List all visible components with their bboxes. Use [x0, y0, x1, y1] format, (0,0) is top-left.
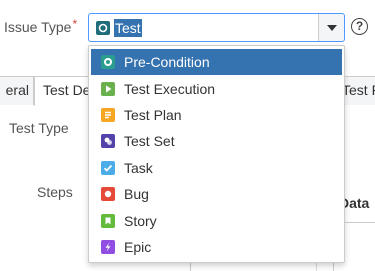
pre-condition-icon: [101, 55, 115, 70]
option-label: Story: [124, 212, 157, 229]
option-bug[interactable]: Bug: [89, 181, 344, 207]
option-task[interactable]: Task: [89, 155, 344, 181]
required-asterisk: *: [72, 17, 78, 31]
steps-label: Steps: [37, 184, 73, 200]
option-test-set[interactable]: Test Set: [89, 128, 344, 154]
option-label: Epic: [124, 238, 152, 255]
option-label: Test Execution: [124, 80, 216, 97]
test-execution-icon: [101, 81, 115, 96]
bug-icon: [101, 187, 115, 202]
tab-test-details[interactable]: Test De: [34, 76, 94, 106]
help-icon[interactable]: ?: [351, 18, 368, 35]
epic-icon: [101, 239, 115, 254]
option-label: Task: [124, 159, 153, 176]
test-icon: [96, 21, 110, 35]
dropdown-toggle-button[interactable]: [318, 14, 344, 41]
issue-type-label-text: Issue Type: [4, 19, 72, 35]
option-label: Test Plan: [124, 106, 182, 123]
story-icon: [101, 213, 115, 228]
task-icon: [101, 160, 115, 175]
test-type-label: Test Type: [9, 120, 69, 136]
option-label: Pre-Condition: [124, 54, 210, 71]
option-test-plan[interactable]: Test Plan: [89, 102, 344, 128]
option-pre-condition[interactable]: Pre-Condition: [91, 49, 342, 76]
tab-general[interactable]: eral: [0, 76, 34, 105]
option-label: Bug: [124, 186, 149, 203]
option-story[interactable]: Story: [89, 207, 344, 233]
issue-type-dropdown: Pre-Condition Test Execution Test Plan T…: [88, 45, 345, 263]
issue-create-form: Issue Type* Test ? eral Test De Test F T…: [0, 0, 375, 271]
issue-type-label: Issue Type*: [4, 17, 78, 35]
issue-type-select[interactable]: Test: [88, 13, 345, 42]
option-test-execution[interactable]: Test Execution: [89, 75, 344, 101]
option-epic[interactable]: Epic: [89, 234, 344, 260]
issue-type-selected-value[interactable]: Test: [114, 19, 142, 37]
test-set-icon: [101, 134, 115, 149]
test-plan-icon: [101, 107, 115, 122]
option-label: Test Set: [124, 133, 175, 150]
caret-down-icon: [327, 25, 337, 31]
